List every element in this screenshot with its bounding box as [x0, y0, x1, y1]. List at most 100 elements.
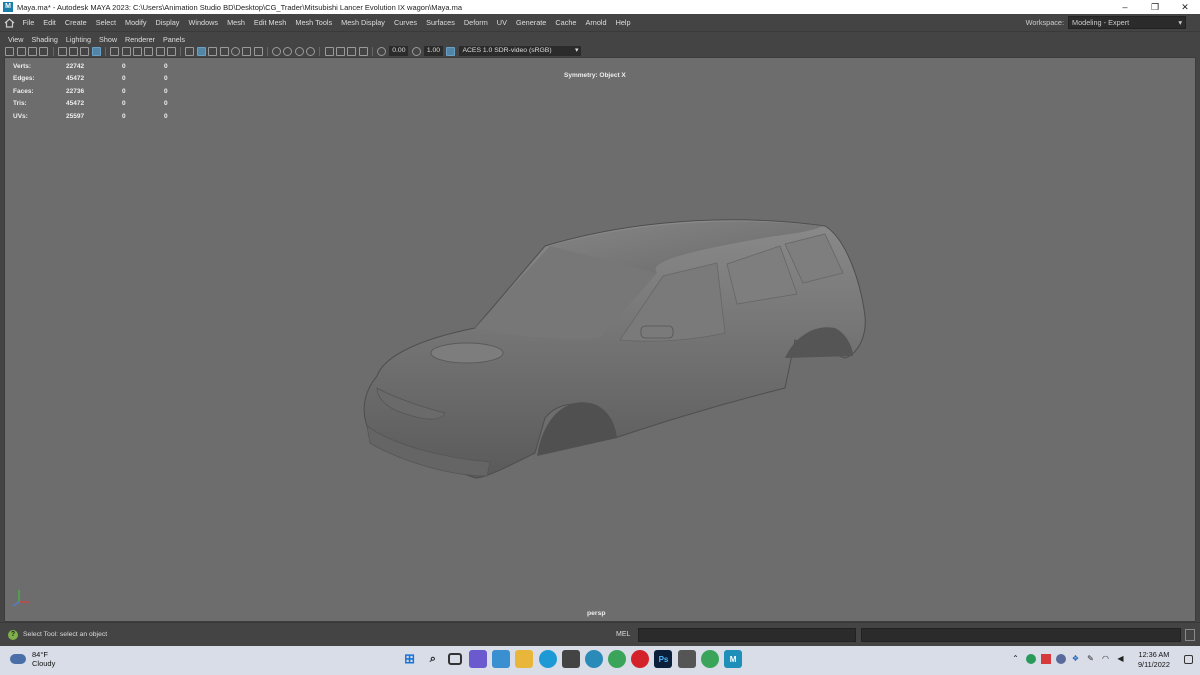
menu-file[interactable]: File — [18, 18, 39, 27]
menu-mesh-display[interactable]: Mesh Display — [337, 18, 390, 27]
exposure-icon[interactable] — [377, 46, 387, 56]
chrome-icon[interactable] — [608, 650, 627, 668]
maya-taskbar-icon[interactable]: M — [724, 650, 743, 668]
toolbar-separator — [371, 46, 373, 56]
start-icon[interactable]: ⊞ — [401, 650, 419, 668]
panel-menu-show[interactable]: Show — [95, 35, 121, 44]
xray-icon[interactable] — [253, 46, 263, 56]
menu-modify[interactable]: Modify — [121, 18, 152, 27]
screen-space-ao-icon[interactable] — [272, 46, 282, 56]
dropbox-icon[interactable]: ❖ — [1071, 654, 1081, 664]
menu-create[interactable]: Create — [60, 18, 91, 27]
backface-culling-icon[interactable] — [358, 46, 368, 56]
gamma-icon[interactable] — [411, 46, 421, 56]
shadows-icon[interactable] — [242, 46, 252, 56]
xray-active-components-icon[interactable] — [347, 46, 357, 56]
menu-cache[interactable]: Cache — [551, 18, 581, 27]
motion-blur-icon[interactable] — [283, 46, 293, 56]
menu-windows[interactable]: Windows — [184, 18, 223, 27]
file-explorer-icon[interactable] — [515, 650, 534, 668]
notification-icon[interactable] — [1184, 655, 1193, 664]
isolate-select-icon[interactable] — [324, 46, 334, 56]
close-button[interactable]: ✕ — [1170, 0, 1200, 14]
wifi-icon[interactable]: ◠ — [1101, 654, 1111, 664]
menu-mesh[interactable]: Mesh — [223, 18, 250, 27]
tray-app-icon[interactable] — [1025, 654, 1036, 664]
menu-help[interactable]: Help — [611, 18, 635, 27]
grease-pencil-icon[interactable] — [80, 46, 90, 56]
menu-select[interactable]: Select — [91, 18, 120, 27]
resolution-gate-icon[interactable] — [121, 46, 131, 56]
textured-icon[interactable] — [219, 46, 229, 56]
chevron-up-icon[interactable]: ⌃ — [1011, 654, 1021, 664]
gamma-field[interactable]: 1.00 — [423, 46, 444, 56]
panel-menu-view[interactable]: View — [4, 35, 27, 44]
menu-deform[interactable]: Deform — [459, 18, 492, 27]
command-line-input[interactable] — [638, 628, 856, 642]
menu-surfaces[interactable]: Surfaces — [422, 18, 460, 27]
safe-title-icon[interactable] — [167, 46, 177, 56]
calculator-icon[interactable] — [677, 650, 696, 668]
home-icon[interactable] — [0, 14, 18, 32]
bookmark-icon[interactable] — [27, 46, 37, 56]
clock[interactable]: 12:36 AM 9/11/2022 — [1138, 650, 1170, 670]
wireframe-on-shaded-icon[interactable] — [208, 46, 218, 56]
app-icon[interactable] — [584, 650, 603, 668]
script-editor-button[interactable] — [1185, 629, 1195, 641]
smooth-shade-icon[interactable] — [196, 46, 206, 56]
panel-menu-lighting[interactable]: Lighting — [62, 35, 95, 44]
weather-widget[interactable]: 84°F Cloudy — [10, 650, 55, 668]
color-space-dropdown[interactable]: ACES 1.0 SDR-video (sRGB) ▾ — [459, 46, 582, 56]
image-plane-icon[interactable] — [39, 46, 49, 56]
lock-camera-icon[interactable] — [57, 46, 67, 56]
minimize-button[interactable]: – — [1110, 0, 1140, 14]
maximize-button[interactable]: ❐ — [1140, 0, 1170, 14]
workspace-dropdown[interactable]: Modeling - Expert ▾ — [1068, 16, 1186, 29]
safe-action-icon[interactable] — [155, 46, 165, 56]
tray-app-icon[interactable] — [1040, 654, 1051, 664]
grid-icon[interactable] — [91, 46, 101, 56]
store-icon[interactable] — [561, 650, 580, 668]
chrome-profile-icon[interactable] — [700, 650, 719, 668]
maya-app-icon: M — [3, 2, 13, 12]
select-camera-icon[interactable] — [5, 46, 15, 56]
menu-uv[interactable]: UV — [492, 18, 511, 27]
viewport-persp[interactable]: Verts: 22742 0 0 Edges: 45472 0 0 Faces:… — [4, 57, 1196, 622]
teams-chat-icon[interactable] — [468, 650, 487, 668]
menu-generate[interactable]: Generate — [511, 18, 550, 27]
exposure-field[interactable]: 0.00 — [389, 46, 409, 56]
menu-arnold[interactable]: Arnold — [581, 18, 611, 27]
hud-value: 0 — [164, 87, 168, 95]
car-model[interactable] — [5, 58, 1195, 621]
photoshop-icon[interactable]: Ps — [654, 650, 673, 668]
mel-toggle[interactable]: MEL — [616, 631, 630, 638]
menu-edit-mesh[interactable]: Edit Mesh — [249, 18, 290, 27]
photos-icon[interactable] — [492, 650, 511, 668]
anti-aliasing-icon[interactable] — [294, 46, 304, 56]
search-icon[interactable]: ⌕ — [424, 650, 442, 668]
gate-mask-icon[interactable] — [132, 46, 142, 56]
panel-menu-renderer[interactable]: Renderer — [121, 35, 159, 44]
panel-menu-panels[interactable]: Panels — [159, 35, 189, 44]
edge-icon[interactable] — [538, 650, 557, 668]
task-view-icon[interactable] — [448, 653, 463, 665]
tray-app-icon[interactable] — [1055, 654, 1066, 664]
depth-of-field-icon[interactable] — [306, 46, 316, 56]
color-management-icon[interactable] — [446, 46, 456, 56]
panel-menu-shading[interactable]: Shading — [27, 35, 61, 44]
field-chart-icon[interactable] — [144, 46, 154, 56]
film-gate-icon[interactable] — [110, 46, 120, 56]
volume-icon[interactable]: ◀ — [1116, 654, 1126, 664]
xray-joints-icon[interactable] — [335, 46, 345, 56]
menu-edit[interactable]: Edit — [39, 18, 61, 27]
hud-value: 0 — [122, 62, 126, 70]
menu-curves[interactable]: Curves — [389, 18, 421, 27]
menu-mesh-tools[interactable]: Mesh Tools — [291, 18, 337, 27]
pen-icon[interactable]: ✎ — [1086, 654, 1096, 664]
camera-attributes-icon[interactable] — [16, 46, 26, 56]
wireframe-icon[interactable] — [185, 46, 195, 56]
menu-display[interactable]: Display — [151, 18, 184, 27]
2d-pan-zoom-icon[interactable] — [69, 46, 79, 56]
use-all-lights-icon[interactable] — [230, 46, 240, 56]
opera-icon[interactable] — [631, 650, 650, 668]
